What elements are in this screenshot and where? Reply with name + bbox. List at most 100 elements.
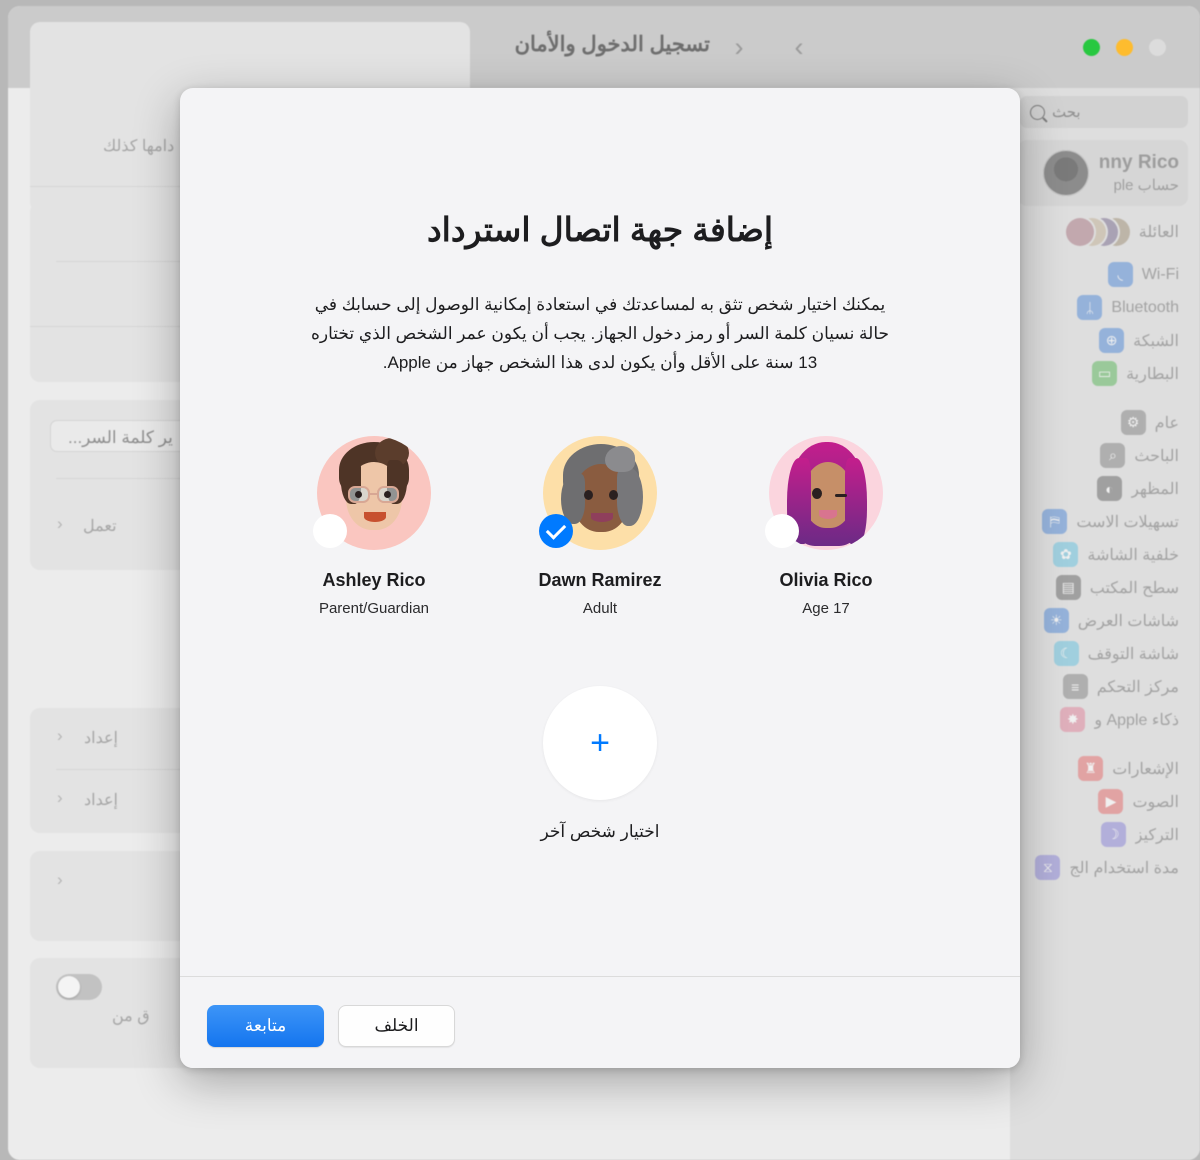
person-picker: Ashley Rico Parent/Guardian Dawn Ramirez A… (180, 436, 1020, 617)
sidebar-item-label: عام (1154, 414, 1179, 432)
avatar (1065, 218, 1094, 246)
account-name: nny Rico (1098, 152, 1179, 173)
zoom-button[interactable] (1083, 39, 1100, 56)
sidebar-item-3[interactable]: البطارية ▭ (1018, 357, 1188, 390)
sidebar-item-1[interactable]: Bluetooth ᛦ (1018, 291, 1188, 324)
sidebar-item-label: شاشات العرض (1077, 612, 1179, 630)
sidebar-item-label: البطارية (1126, 365, 1179, 383)
continue-button[interactable]: متابعة (207, 1005, 324, 1047)
person-name: Dawn Ramirez (538, 570, 662, 590)
account-subtitle: حساب ple (1113, 177, 1179, 194)
person-option[interactable]: Ashley Rico Parent/Guardian (261, 436, 487, 617)
search-input[interactable]: بحث (1020, 96, 1188, 128)
selection-badge[interactable] (313, 514, 347, 548)
chevron-left-icon[interactable]: ‹ (57, 726, 63, 746)
choose-other-person-label: اختيار شخص آخر (540, 822, 660, 841)
focus-icon: ☽ (1100, 822, 1126, 847)
back-button[interactable]: الخلف (338, 1005, 455, 1047)
magnifier-icon: ⌕ (1100, 443, 1126, 468)
person-option[interactable]: Olivia Rico Age 17 (713, 436, 939, 617)
sound-icon: ▶ (1098, 789, 1124, 814)
sidebar-item-label: مدة استخدام الج (1069, 859, 1179, 877)
sidebar-item-label: الباحث (1134, 447, 1179, 465)
change-password-label: ير كلمة السر... (68, 428, 173, 447)
toggle-row-label: ق من (112, 1008, 150, 1025)
sidebar-item-14[interactable]: الإشعارات ♜ (1018, 752, 1188, 785)
sidebar-item-9[interactable]: سطح المكتب ▤ (1018, 571, 1188, 604)
screensaver-icon: ☾ (1053, 641, 1079, 666)
desktop-icon: ▤ (1055, 575, 1081, 600)
sidebar-item-5[interactable]: الباحث ⌕ (1018, 439, 1188, 472)
apple-intelligence-icon: ✸ (1060, 707, 1086, 732)
sidebar: بحث nny Rico حساب ple العائلة Wi-Fi ◟ Blue… (1010, 88, 1200, 1160)
wifi-icon: ◟ (1107, 262, 1133, 287)
sidebar-item-label: Bluetooth (1111, 298, 1179, 316)
check-icon[interactable] (539, 514, 573, 548)
person-role: Adult (582, 600, 618, 617)
gear-icon: ⚙ (1120, 410, 1146, 435)
page-title: تسجيل الدخول والأمان (514, 33, 710, 56)
sidebar-item-12[interactable]: مركز التحكم ≡ (1018, 670, 1188, 703)
avatar-wrapper (765, 436, 883, 550)
sidebar-item-label: الشبكة (1133, 332, 1179, 350)
battery-icon: ▭ (1092, 361, 1118, 386)
close-button[interactable] (1149, 39, 1166, 56)
selection-badge[interactable] (765, 514, 799, 548)
person-option[interactable]: Dawn Ramirez Adult (487, 436, 713, 617)
globe-icon: ⊕ (1099, 328, 1125, 353)
sidebar-item-label: ذكاء Apple و (1094, 711, 1179, 729)
person-name: Olivia Rico (779, 570, 873, 590)
chevron-right-icon[interactable]: › (786, 30, 812, 64)
sidebar-item-label: الإشعارات (1112, 760, 1179, 778)
control-center-icon: ≡ (1062, 674, 1088, 699)
avatar-wrapper (539, 436, 657, 550)
avatar (1042, 150, 1089, 196)
chevron-left-icon[interactable]: ‹ (57, 870, 63, 890)
appearance-icon: ◐ (1097, 476, 1123, 501)
sidebar-item-label: المظهر (1131, 480, 1179, 498)
dialog-description: يمكنك اختيار شخص تثق به لمساعدتك في استع… (310, 295, 890, 372)
plus-icon: + (590, 724, 610, 762)
sidebar-item-label: التركيز (1134, 826, 1179, 844)
sidebar-item-17[interactable]: مدة استخدام الج ⧖ (1018, 851, 1188, 884)
search-icon (1030, 104, 1045, 120)
sidebar-item-label: الصوت (1132, 793, 1179, 811)
sidebar-item-10[interactable]: شاشات العرض ☀ (1018, 604, 1188, 637)
family-avatar-stack (1065, 218, 1130, 246)
sidebar-item-label: Wi-Fi (1141, 265, 1179, 283)
setup-row-1-label: إعداد (84, 730, 118, 747)
display-icon: ☀ (1043, 608, 1069, 633)
sidebar-item-7[interactable]: تسهيلات الاست ⛿ (1018, 505, 1188, 538)
chevron-left-icon[interactable]: ‹ (57, 514, 63, 534)
accessibility-icon: ⛿ (1042, 509, 1068, 534)
choose-other-person-button[interactable]: + اختيار شخص آخر (180, 686, 1020, 842)
dialog-title: إضافة جهة اتصال استرداد (426, 211, 774, 248)
toggle-knob (58, 976, 80, 998)
dialog-body: إضافة جهة اتصال استرداد يمكنك اختيار شخص… (180, 88, 1020, 976)
sidebar-item-label: مركز التحكم (1096, 678, 1179, 696)
sidebar-item-label: خلفية الشاشة (1087, 546, 1179, 564)
chevron-left-icon[interactable]: ‹ (57, 788, 63, 808)
sidebar-item-8[interactable]: خلفية الشاشة ✿ (1018, 538, 1188, 571)
chevron-left-icon[interactable]: ‹ (726, 30, 752, 64)
sidebar-item-label: العائلة (1138, 224, 1179, 241)
sidebar-item-0[interactable]: Wi-Fi ◟ (1018, 258, 1188, 291)
recovery-contact-dialog: إضافة جهة اتصال استرداد يمكنك اختيار شخص… (180, 88, 1020, 1068)
avatar-wrapper (313, 436, 431, 550)
toggle-switch[interactable] (56, 974, 102, 1000)
sidebar-item-4[interactable]: عام ⚙ (1018, 406, 1188, 439)
minimize-button[interactable] (1116, 39, 1133, 56)
sidebar-item-6[interactable]: المظهر ◐ (1018, 472, 1188, 505)
sidebar-item-11[interactable]: شاشة التوقف ☾ (1018, 637, 1188, 670)
sidebar-item-2[interactable]: الشبكة ⊕ (1018, 324, 1188, 357)
search-placeholder: بحث (1052, 104, 1081, 121)
sidebar-item-16[interactable]: التركيز ☽ (1018, 818, 1188, 851)
sidebar-item-label: سطح المكتب (1089, 579, 1179, 597)
sidebar-item-account[interactable]: nny Rico حساب ple (1018, 140, 1188, 206)
sidebar-item-15[interactable]: الصوت ▶ (1018, 785, 1188, 818)
sidebar-item-13[interactable]: ذكاء Apple و ✸ (1018, 703, 1188, 736)
dialog-footer: متابعة الخلف (180, 976, 1020, 1068)
status-row-label: تعمل (83, 518, 117, 535)
sidebar-item-family[interactable]: العائلة (1018, 214, 1188, 250)
bg-note-text: دامها كذلك (103, 138, 175, 155)
